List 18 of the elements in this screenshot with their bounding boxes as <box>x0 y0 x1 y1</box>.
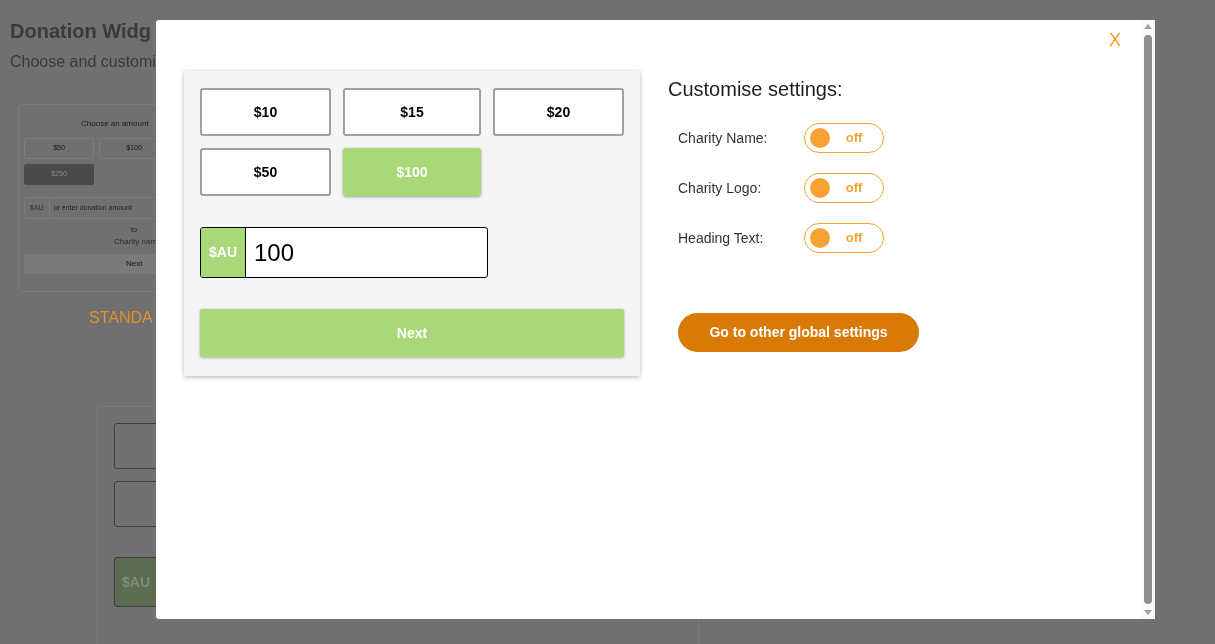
toggle-switch[interactable]: off <box>804 223 884 253</box>
amount-button[interactable]: $10 <box>200 88 331 136</box>
toggle-switch[interactable]: off <box>804 123 884 153</box>
currency-label: $AU <box>201 228 246 277</box>
preview-heading: Choose an amount <box>81 118 149 130</box>
toggle-switch[interactable]: off <box>804 173 884 203</box>
amount-input-field[interactable]: $AU 100 <box>200 227 488 278</box>
global-settings-button[interactable]: Go to other global settings <box>678 313 919 352</box>
scrollbar[interactable] <box>1141 20 1155 619</box>
amount-button[interactable]: $50 <box>200 148 331 196</box>
style-label: STANDA <box>89 308 153 328</box>
close-button[interactable]: X <box>1109 31 1121 49</box>
settings-heading: Customise settings: <box>668 77 843 102</box>
amount-button[interactable]: $20 <box>493 88 624 136</box>
setting-label: Charity Name: <box>678 128 769 148</box>
setting-label: Charity Logo: <box>678 178 763 198</box>
amount-button[interactable]: $15 <box>343 88 481 136</box>
setting-label: Heading Text: <box>678 228 765 248</box>
